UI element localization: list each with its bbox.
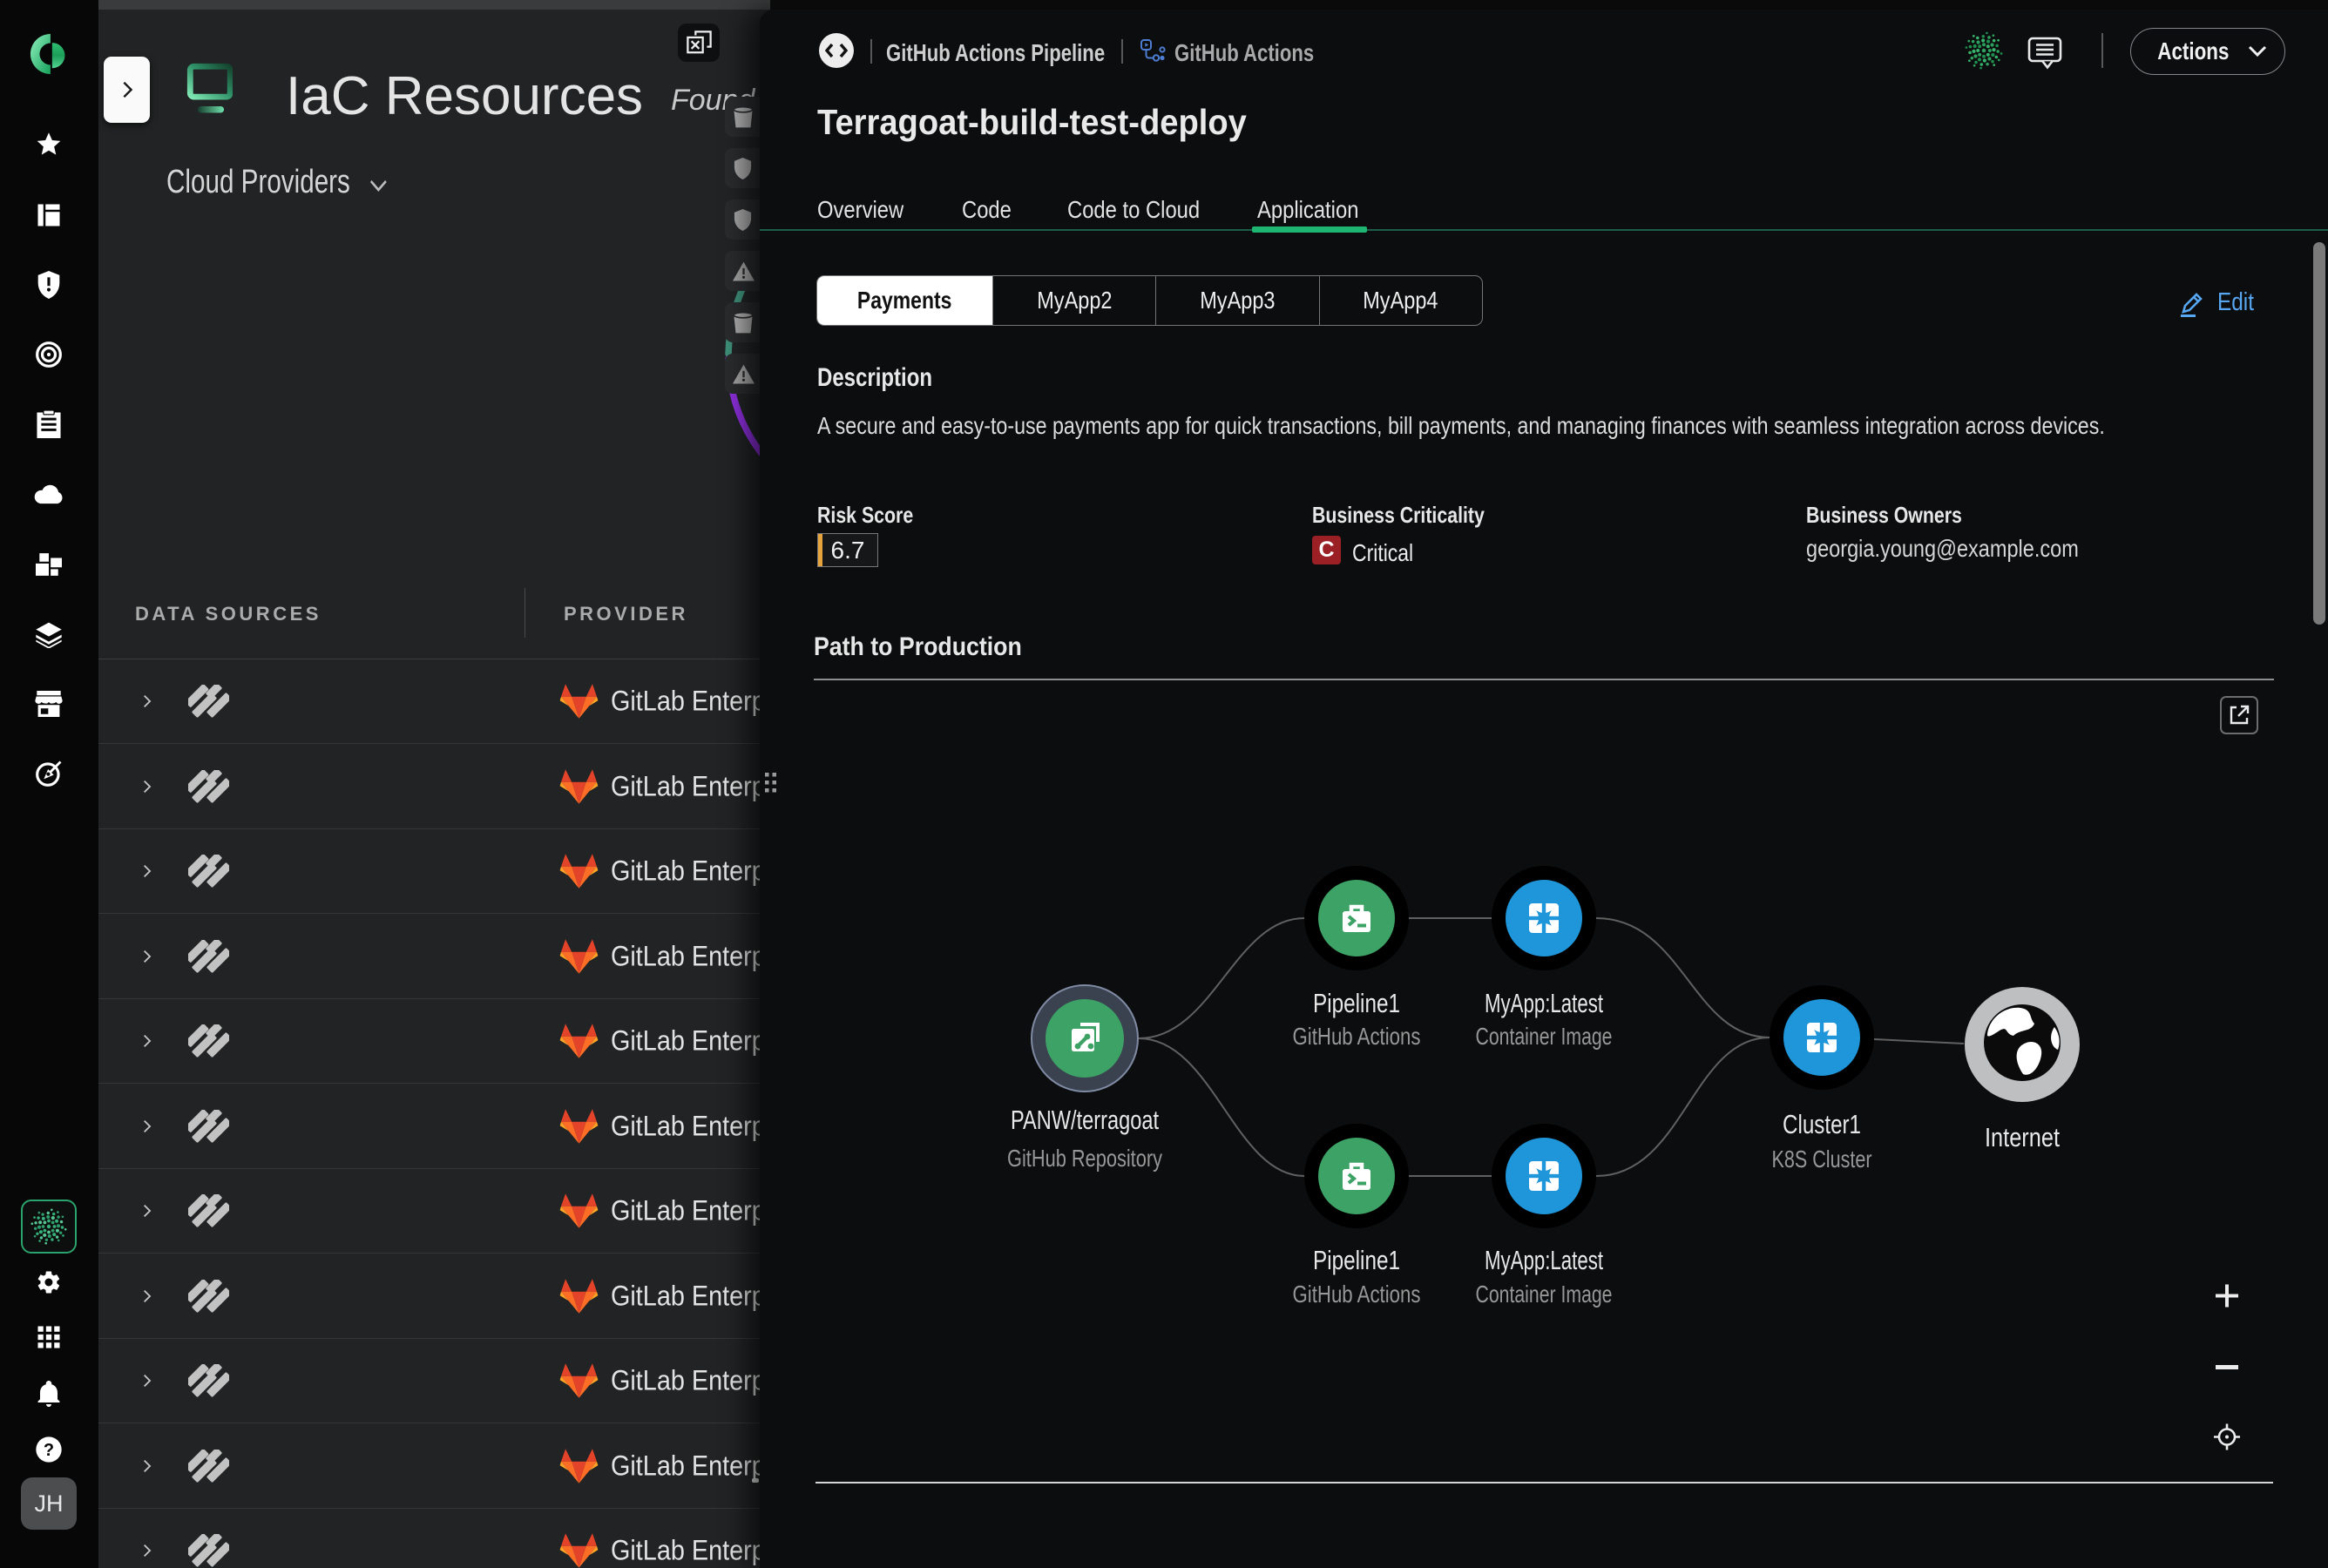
svg-text:Pipeline1: Pipeline1	[1313, 988, 1400, 1018]
svg-text:Container Image: Container Image	[1476, 1023, 1613, 1050]
svg-text:PANW/terragoat: PANW/terragoat	[1011, 1105, 1159, 1135]
svg-text:MyApp:Latest: MyApp:Latest	[1485, 988, 1603, 1018]
svg-text:GitHub Actions: GitHub Actions	[1293, 1281, 1421, 1308]
svg-text:?: ?	[44, 1441, 54, 1460]
svg-text:K8S Cluster: K8S Cluster	[1772, 1146, 1872, 1173]
svg-text:MyApp:Latest: MyApp:Latest	[1485, 1245, 1603, 1275]
svg-text:GitHub Actions: GitHub Actions	[1293, 1023, 1421, 1050]
svg-text:Container Image: Container Image	[1476, 1281, 1613, 1308]
svg-text:Cluster1: Cluster1	[1783, 1109, 1861, 1139]
svg-text:Internet: Internet	[1985, 1122, 2060, 1152]
svg-text:GitHub Repository: GitHub Repository	[1007, 1145, 1162, 1172]
svg-text:Pipeline1: Pipeline1	[1313, 1245, 1400, 1275]
